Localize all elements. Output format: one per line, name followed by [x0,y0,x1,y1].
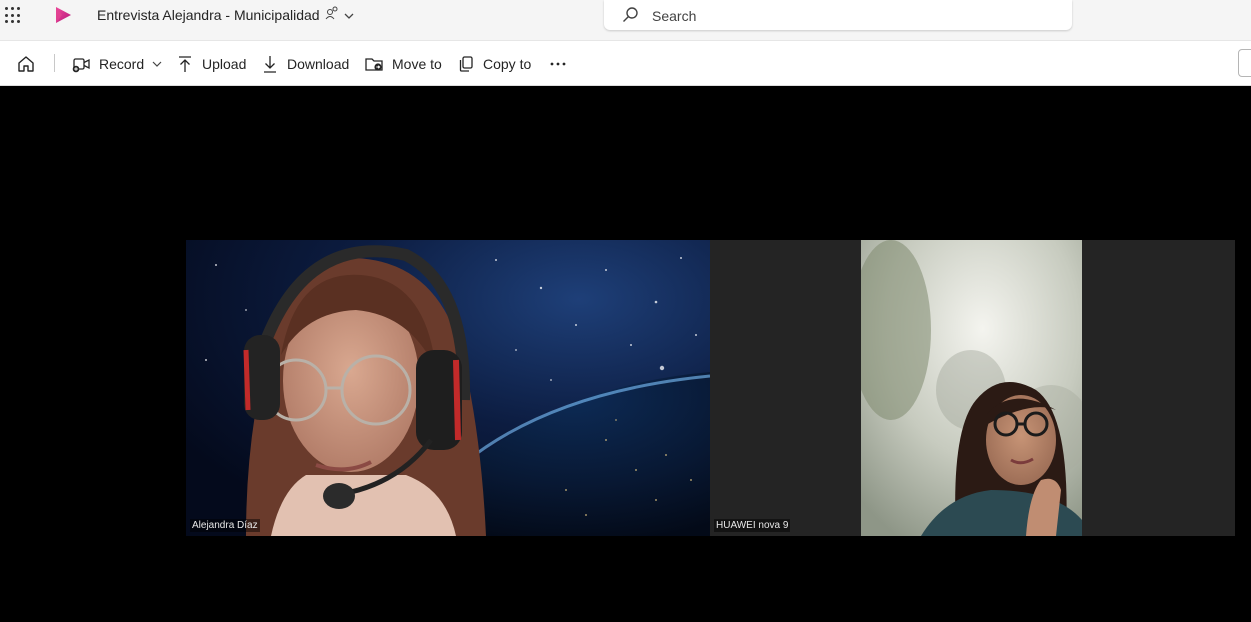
ellipsis-icon [550,62,566,66]
participant-tile: Alejandra Díaz [186,240,710,536]
participant-video-frame [186,240,710,536]
download-button[interactable]: Download [261,53,349,75]
app-launcher-icon[interactable] [5,7,23,25]
record-button[interactable]: Record [71,53,162,75]
truncated-toolbar-button[interactable] [1238,49,1251,77]
download-icon [264,56,276,73]
move-to-label: Move to [392,56,442,72]
copy-to-button[interactable]: Copy to [457,53,531,75]
page-title: Entrevista Alejandra - Municipalidad [97,7,320,23]
download-label: Download [287,56,350,72]
more-options-button[interactable] [549,53,567,75]
move-to-button[interactable]: Move to [364,53,442,75]
command-bar: Record Upload Download Move to Copy to [0,40,1251,86]
top-bar: Entrevista Alejandra - Municipalidad [0,0,1251,40]
people-chevron-icon[interactable] [325,5,355,25]
upload-label: Upload [202,56,247,72]
home-icon [18,56,34,72]
participant-tile: HUAWEI nova 9 [710,240,1235,536]
search-icon [623,7,638,22]
record-label: Record [99,56,145,72]
search-input[interactable] [652,6,1032,26]
video-record-icon [72,58,90,73]
stream-play-icon[interactable] [52,4,74,26]
copy-to-label: Copy to [483,56,532,72]
upload-button[interactable]: Upload [176,53,246,75]
participant-video-frame [861,240,1082,536]
copy-icon [459,56,473,72]
video-player[interactable]: Alejandra Díaz HUAWEI nova 9 [0,86,1251,622]
upload-icon [179,56,191,72]
participant-name-label: Alejandra Díaz [190,519,260,532]
home-button[interactable] [16,53,36,75]
folder-move-icon [365,58,383,71]
search-box[interactable] [604,0,1072,30]
chevron-down-icon [152,61,162,67]
participant-name-label: HUAWEI nova 9 [714,519,791,532]
toolbar-divider [54,54,55,72]
